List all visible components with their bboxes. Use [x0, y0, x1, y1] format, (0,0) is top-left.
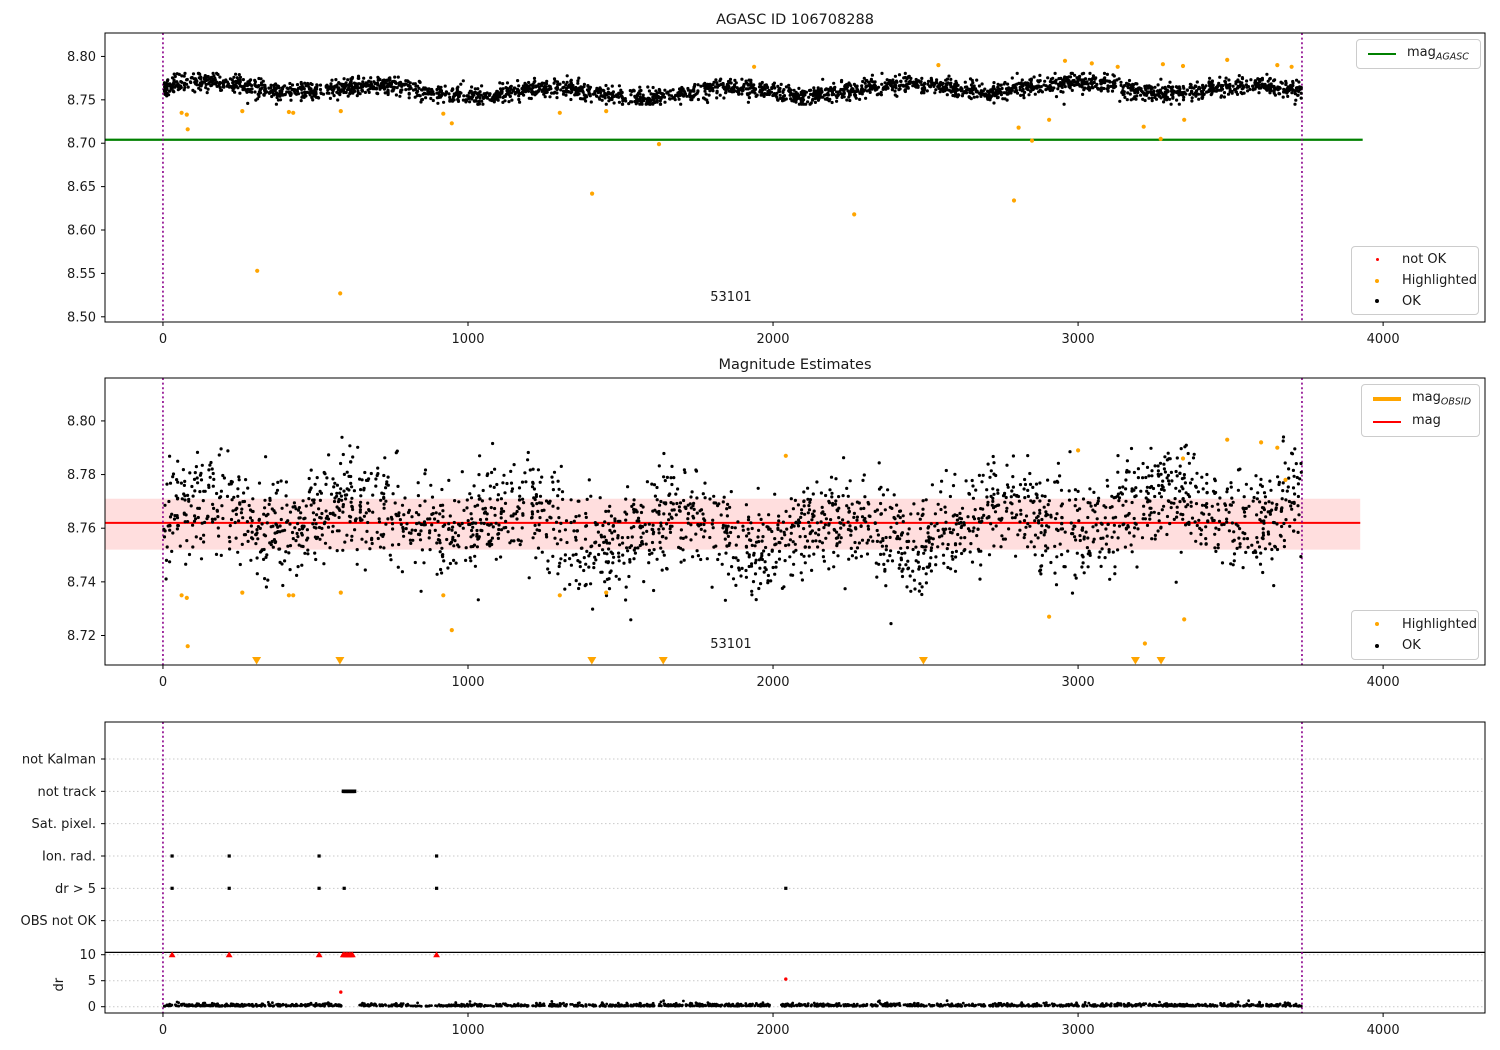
- below-range-triangle-icon: [1131, 657, 1140, 665]
- below-range-triangle-icon: [919, 657, 928, 665]
- figure: 010002000300040008.808.758.708.658.608.5…: [0, 0, 1500, 1050]
- x-tick-label: 2000: [756, 332, 789, 347]
- legend-label: OK: [1402, 294, 1421, 309]
- legend-entry-not-ok: not OK: [1360, 251, 1470, 269]
- dr-tick-label: 10: [79, 948, 96, 963]
- x-ticks: 0 1000 2000 3000 4000: [159, 322, 1400, 347]
- legend-entry-ok: OK: [1360, 292, 1470, 310]
- dr-tick-label: 0: [88, 1000, 96, 1015]
- panel2-obsid-annotation: 53101: [710, 637, 751, 652]
- panel1-title: AGASC ID 106708288: [716, 12, 874, 28]
- y-tick-label: 8.75: [67, 93, 96, 108]
- dr-tick-label: 5: [88, 974, 96, 989]
- y-tick-label: 8.70: [67, 137, 96, 152]
- flag-category-label: Ion. rad.: [42, 849, 96, 864]
- y-tick-label: 8.65: [67, 180, 96, 195]
- obs-boundary-vlines: [163, 33, 1302, 322]
- y-tick-label: 8.74: [67, 575, 96, 590]
- black-dot-icon: [1360, 299, 1394, 303]
- x-tick-label: 3000: [1062, 675, 1095, 690]
- y-tick-label: 8.60: [67, 224, 96, 239]
- y-tick-label: 8.78: [67, 468, 96, 483]
- legend-label: Highlighted: [1402, 273, 1477, 288]
- flag-category-label: Sat. pixel.: [32, 817, 96, 832]
- flag-category-label: not track: [37, 785, 96, 800]
- legend-entry-ok: OK: [1360, 637, 1470, 656]
- y-tick-label: 8.50: [67, 310, 96, 325]
- x-tick-label: 3000: [1062, 332, 1095, 347]
- panel2-legend-markers: Highlighted OK: [1351, 610, 1479, 660]
- y-ticks: 8.80 8.78 8.76 8.74 8.72: [67, 414, 105, 644]
- panel3-not-ok-points: [169, 952, 788, 994]
- below-range-triangle-icon: [659, 657, 668, 665]
- panel1-legend-line: magAGASC: [1356, 39, 1481, 69]
- x-tick-label: 0: [159, 675, 167, 690]
- legend-label: OK: [1402, 638, 1421, 653]
- legend-label: magAGASC: [1407, 45, 1469, 63]
- panel1-ok-points: [163, 72, 1303, 106]
- legend-label: mag: [1412, 413, 1441, 431]
- x-tick-label: 4000: [1367, 332, 1400, 347]
- x-tick-label: 0: [159, 1023, 167, 1038]
- y-tick-label: 8.55: [67, 267, 96, 282]
- legend-entry-highlighted: Highlighted: [1360, 272, 1470, 290]
- red-dot-icon: [1360, 258, 1394, 261]
- flag-category-label: dr > 5: [55, 882, 96, 897]
- x-ticks: 0 1000 2000 3000 4000: [159, 665, 1400, 690]
- x-tick-label: 1000: [451, 1023, 484, 1038]
- x-tick-label: 4000: [1367, 1023, 1400, 1038]
- y-tick-label: 8.76: [67, 522, 96, 537]
- panel2-highlighted-clipped-markers: [252, 657, 1165, 665]
- legend-label: magOBSID: [1412, 390, 1471, 408]
- panel2-legend-lines: magOBSID mag: [1361, 384, 1480, 437]
- legend-label: Highlighted: [1402, 617, 1477, 632]
- flag-category-label: OBS not OK: [21, 914, 97, 929]
- flag-category-label: not Kalman: [22, 753, 96, 768]
- panel1-obsid-annotation: 53101: [710, 290, 751, 305]
- axes-spines: [105, 722, 1485, 1013]
- y-tick-label: 8.80: [67, 50, 96, 65]
- axes-spines: [105, 33, 1485, 322]
- x-tick-label: 1000: [451, 332, 484, 347]
- x-tick-label: 4000: [1367, 675, 1400, 690]
- panel3-dr-points: [163, 999, 1303, 1007]
- plots-canvas: 010002000300040008.808.758.708.658.608.5…: [0, 0, 1500, 1050]
- legend-entry-highlighted: Highlighted: [1360, 615, 1470, 634]
- panel3-flag-points: [171, 790, 788, 890]
- legend-label: not OK: [1402, 252, 1446, 267]
- panel1-legend-markers: not OK Highlighted OK: [1351, 246, 1479, 315]
- orange-dot-icon: [1360, 279, 1394, 283]
- y-tick-label: 8.80: [67, 414, 96, 429]
- panel2-title: Magnitude Estimates: [718, 357, 871, 373]
- x-tick-label: 0: [159, 332, 167, 347]
- orange-line-swatch: [1370, 397, 1404, 401]
- black-dot-icon: [1360, 644, 1394, 648]
- red-line-swatch: [1370, 421, 1404, 424]
- below-range-triangle-icon: [587, 657, 596, 665]
- x-tick-label: 1000: [451, 675, 484, 690]
- dr-axis-label: dr: [52, 977, 67, 991]
- obs-boundary-vlines: [163, 722, 1302, 1013]
- panel3-y-labels: not Kalman not track Sat. pixel. Ion. rad. d…: [21, 753, 106, 1016]
- legend-entry-mag: mag: [1370, 412, 1471, 432]
- x-tick-label: 3000: [1062, 1023, 1095, 1038]
- below-range-triangle-icon: [335, 657, 344, 665]
- x-tick-label: 2000: [756, 675, 789, 690]
- panel3-gridlines: [105, 759, 1485, 1007]
- below-range-triangle-icon: [1157, 657, 1166, 665]
- orange-dot-icon: [1360, 622, 1394, 626]
- x-tick-label: 2000: [756, 1023, 789, 1038]
- legend-entry-mag-obsid: magOBSID: [1370, 389, 1471, 409]
- x-ticks: 0 1000 2000 3000 4000: [159, 1013, 1400, 1038]
- y-tick-label: 8.72: [67, 629, 96, 644]
- below-range-triangle-icon: [252, 657, 261, 665]
- y-ticks: 8.80 8.75 8.70 8.65 8.60 8.55 8.50: [67, 50, 105, 325]
- green-line-swatch: [1365, 53, 1399, 56]
- legend-entry-mag-agasc: magAGASC: [1365, 44, 1472, 64]
